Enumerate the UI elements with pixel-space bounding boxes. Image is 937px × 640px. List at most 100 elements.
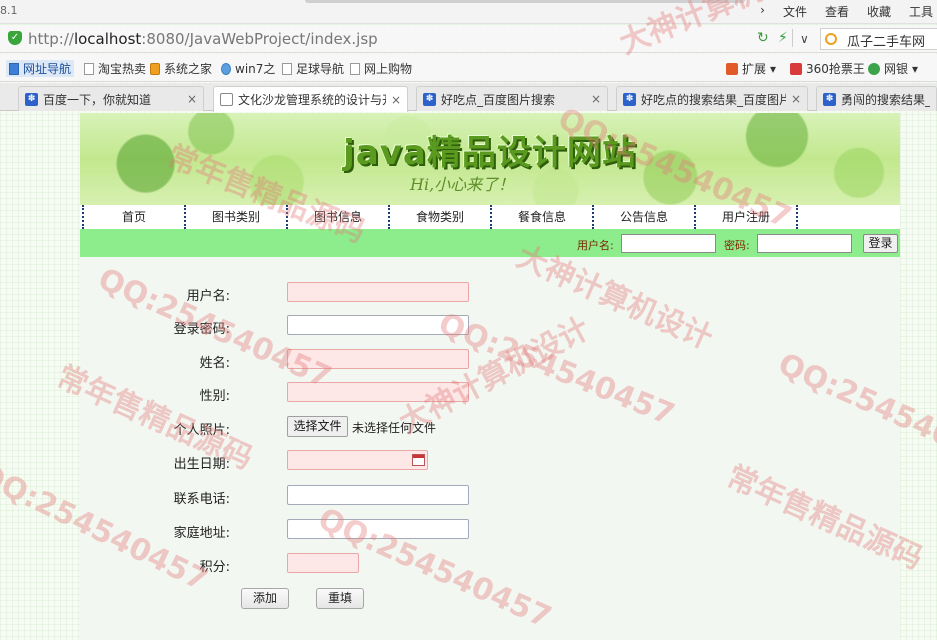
menu-file[interactable]: 文件 bbox=[783, 3, 807, 20]
points-input[interactable] bbox=[287, 553, 359, 573]
ebank-button[interactable]: 网银 ▾ bbox=[868, 60, 918, 77]
ext-label: 扩展 bbox=[742, 62, 767, 76]
nav-meal-info[interactable]: 餐食信息 bbox=[490, 205, 592, 229]
fav-label: win7之 bbox=[235, 62, 276, 76]
security-shield-icon: ✓ bbox=[8, 31, 22, 45]
menu-view[interactable]: 查看 bbox=[825, 3, 849, 20]
browser-menu: › 文件 查看 收藏 工具 bbox=[760, 3, 933, 20]
birthday-input[interactable] bbox=[287, 450, 428, 470]
gender-input[interactable] bbox=[287, 382, 469, 402]
nav-notice-info[interactable]: 公告信息 bbox=[592, 205, 694, 229]
tab-image-search-3[interactable]: ✽ 勇闯的搜索结果_百度 bbox=[816, 86, 937, 111]
search-text: 瓜子二手车网 bbox=[847, 35, 926, 50]
name-input[interactable] bbox=[287, 349, 469, 369]
password-label: 登录密码: bbox=[173, 322, 230, 337]
fav-shopping[interactable]: 网上购物 bbox=[350, 60, 412, 77]
name-label: 姓名: bbox=[199, 356, 230, 371]
add-button[interactable]: 添加 bbox=[241, 588, 289, 609]
tab-current-site[interactable]: 文化沙龙管理系统的设计与开发 × bbox=[213, 86, 408, 112]
reset-button[interactable]: 重填 bbox=[316, 588, 364, 609]
login-bar: 用户名: 密码: 登录 bbox=[80, 229, 900, 257]
url-prefix: http:// bbox=[28, 30, 74, 48]
fav-taobao[interactable]: 淘宝热卖 bbox=[84, 60, 146, 77]
login-password-input[interactable] bbox=[757, 234, 852, 253]
nav-user-register[interactable]: 用户注册 bbox=[694, 205, 796, 229]
speed-mode-icon[interactable]: ⚡ bbox=[778, 30, 788, 46]
address-label: 家庭地址: bbox=[173, 526, 230, 541]
nav-food-category[interactable]: 食物类别 bbox=[388, 205, 490, 229]
chevron-down-icon[interactable]: ∨ bbox=[800, 32, 809, 46]
form-actions: 添加 重填 bbox=[80, 588, 900, 610]
phone-input[interactable] bbox=[287, 485, 469, 505]
ticket-icon bbox=[790, 62, 802, 75]
tab-label: 勇闯的搜索结果_百度 bbox=[841, 92, 930, 107]
page-icon bbox=[84, 62, 94, 75]
fav-system-home[interactable]: 系统之家 bbox=[150, 60, 212, 77]
fav-label: 网址导航 bbox=[23, 62, 72, 76]
close-icon[interactable]: × bbox=[187, 92, 197, 106]
drag-strip[interactable] bbox=[305, 0, 745, 3]
fav-win7[interactable]: win7之 bbox=[221, 60, 275, 77]
close-icon[interactable]: × bbox=[791, 92, 801, 106]
windows-icon bbox=[150, 62, 160, 75]
phone-label: 联系电话: bbox=[173, 492, 230, 507]
version-fragment: 8.1 bbox=[0, 4, 18, 17]
site-banner: java精品设计网站 Hi,小心来了！ bbox=[80, 113, 900, 205]
file-status: 未选择任何文件 bbox=[352, 421, 437, 435]
fav-label: 淘宝热卖 bbox=[98, 62, 147, 76]
url-host: localhost bbox=[73, 30, 142, 48]
search-box[interactable]: 瓜子二手车网 bbox=[820, 28, 937, 50]
ticket-button[interactable]: 360抢票王 bbox=[790, 60, 865, 77]
extensions-icon bbox=[726, 62, 738, 75]
gender-label: 性别: bbox=[199, 389, 230, 404]
fav-site-nav[interactable]: 网址导航 bbox=[6, 60, 75, 77]
tab-strip: ✽ 百度一下，你就知道 × 文化沙龙管理系统的设计与开发 × ✽ 好吃点_百度图… bbox=[0, 83, 937, 112]
login-password-label: 密码: bbox=[724, 239, 750, 252]
ticket-label: 360抢票王 bbox=[806, 62, 865, 76]
tab-label: 文化沙龙管理系统的设计与开发 bbox=[238, 93, 386, 107]
banner-subtitle: Hi,小心来了！ bbox=[410, 175, 515, 194]
refresh-icon[interactable]: ↻ bbox=[757, 30, 769, 46]
nav-home[interactable]: 首页 bbox=[82, 205, 184, 229]
baidu-paw-icon: ✽ bbox=[623, 92, 636, 106]
tab-label: 好吃点_百度图片搜索 bbox=[441, 92, 556, 107]
url-input[interactable]: http://localhost:8080/JavaWebProject/ind… bbox=[28, 30, 378, 48]
choose-file-button[interactable]: 选择文件 bbox=[287, 416, 348, 437]
fav-label: 足球导航 bbox=[296, 62, 345, 76]
page-icon bbox=[220, 93, 233, 106]
fav-label: 系统之家 bbox=[164, 62, 213, 76]
nav-end-divider bbox=[796, 205, 798, 229]
extensions-button[interactable]: 扩展 ▾ bbox=[726, 60, 776, 77]
tab-baidu[interactable]: ✽ 百度一下，你就知道 × bbox=[18, 86, 204, 111]
address-input[interactable] bbox=[287, 519, 469, 539]
tab-label: 好吃点的搜索结果_百度图片搜 bbox=[641, 92, 786, 107]
main-nav: 首页 图书类别 图书信息 食物类别 餐食信息 公告信息 用户注册 bbox=[80, 205, 900, 229]
favorites-bar: 网址导航 淘宝热卖 系统之家 win7之 足球导航 网上购物 扩展 ▾ 360抢… bbox=[0, 54, 937, 82]
points-label: 积分: bbox=[199, 560, 230, 575]
close-icon[interactable]: × bbox=[391, 93, 401, 107]
search-engine-icon bbox=[825, 33, 837, 45]
username-input[interactable] bbox=[287, 282, 469, 302]
password-input[interactable] bbox=[287, 315, 469, 335]
swirl-icon bbox=[221, 62, 231, 75]
nav-book-category[interactable]: 图书类别 bbox=[184, 205, 286, 229]
nav-book-info[interactable]: 图书信息 bbox=[286, 205, 388, 229]
menu-tools[interactable]: 工具 bbox=[909, 3, 933, 20]
banner-title: java精品设计网站 bbox=[343, 133, 637, 173]
close-icon[interactable]: × bbox=[591, 92, 601, 106]
login-username-input[interactable] bbox=[621, 234, 716, 253]
login-button[interactable]: 登录 bbox=[863, 234, 898, 253]
photo-label: 个人照片: bbox=[173, 423, 230, 438]
tab-image-search-1[interactable]: ✽ 好吃点_百度图片搜索 × bbox=[416, 86, 608, 111]
tab-image-search-2[interactable]: ✽ 好吃点的搜索结果_百度图片搜 × bbox=[616, 86, 808, 111]
login-username-label: 用户名: bbox=[577, 239, 614, 252]
calendar-icon[interactable] bbox=[412, 454, 425, 466]
menu-favorites[interactable]: 收藏 bbox=[867, 3, 891, 20]
fav-label: 网上购物 bbox=[364, 62, 413, 76]
baidu-paw-icon: ✽ bbox=[423, 92, 436, 106]
fav-football[interactable]: 足球导航 bbox=[282, 60, 344, 77]
menu-arrow-icon[interactable]: › bbox=[760, 3, 765, 20]
register-form: 用户名: 登录密码: 姓名: 性别: 个人照片: 选择文件 未选择任何文件 出生… bbox=[80, 257, 900, 640]
birthday-label: 出生日期: bbox=[173, 457, 230, 472]
bank-icon bbox=[868, 62, 880, 75]
